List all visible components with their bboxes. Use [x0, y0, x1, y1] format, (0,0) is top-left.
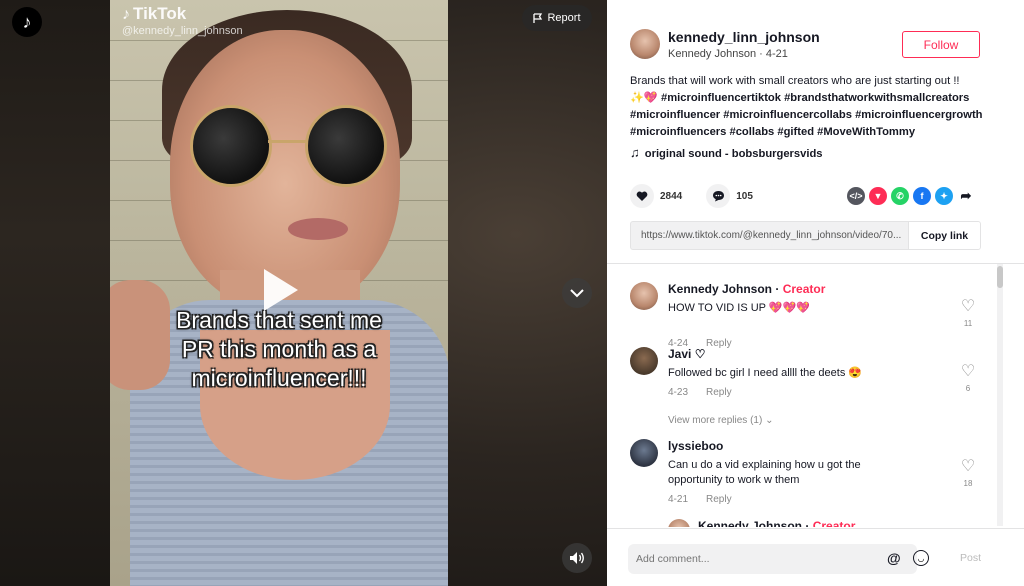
comment-count: 105: [736, 190, 753, 202]
post-stats: 2844 105: [630, 184, 777, 208]
comment-icon: [712, 191, 724, 202]
video-caption-line: PR this month as a: [181, 336, 377, 362]
comment-like-icon[interactable]: ♡: [960, 296, 976, 316]
hashtag-line[interactable]: #microinfluencer #microinfluencercollabs…: [630, 109, 983, 121]
commenter-name[interactable]: Javi ♡: [668, 347, 705, 361]
video-stage[interactable]: Brands that sent me PR this month as a m…: [0, 0, 607, 586]
comment-like-count: 6: [965, 384, 971, 393]
volume-icon: [570, 552, 584, 564]
video-link-url[interactable]: https://www.tiktok.com/@kennedy_linn_joh…: [631, 230, 908, 241]
sunglasses-bridge: [268, 140, 308, 143]
copy-link-button[interactable]: Copy link: [908, 222, 980, 249]
report-label: Report: [547, 12, 581, 24]
reply-button[interactable]: Reply: [706, 338, 732, 349]
tiktok-note-icon: ♪: [122, 6, 130, 23]
share-arrow-icon[interactable]: ➦: [957, 187, 975, 205]
follow-button[interactable]: Follow: [902, 31, 980, 58]
chevron-down-icon: [570, 288, 584, 297]
post-comment-button[interactable]: Post: [960, 552, 981, 564]
volume-button[interactable]: [562, 543, 592, 573]
reply-button[interactable]: Reply: [706, 387, 732, 398]
author-username[interactable]: kennedy_linn_johnson: [668, 29, 820, 45]
comment-date: 4-21: [668, 494, 689, 505]
comment-text: HOW TO VID IS UP 💖💖💖: [668, 302, 810, 314]
chevron-down-icon: ⌄: [765, 415, 774, 426]
tiktok-logo-icon[interactable]: ♪: [12, 7, 42, 37]
comment-like-icon[interactable]: ♡: [960, 361, 976, 381]
comment-like-count: 18: [963, 479, 973, 488]
post-description: Brands that will work with small creator…: [630, 73, 1000, 141]
video-caption: Brands that sent me PR this month as a m…: [110, 306, 448, 393]
comment-text: Followed bc girl I need allll the deets …: [668, 367, 863, 379]
report-button[interactable]: Report: [522, 5, 592, 31]
next-video-button[interactable]: [562, 278, 592, 308]
heart-icon: [636, 191, 648, 201]
commenter-avatar[interactable]: [630, 347, 658, 375]
twitter-icon[interactable]: ✦: [935, 187, 953, 205]
flag-icon: [533, 12, 543, 23]
post-header: kennedy_linn_johnson Kennedy Johnson · 4…: [607, 0, 1024, 264]
comment-date: 4-23: [668, 387, 689, 398]
commenter-name[interactable]: Kennedy Johnson · Creator: [668, 282, 825, 296]
sunglasses-lens-right: [305, 105, 387, 187]
comment-like-count: 11: [963, 319, 973, 328]
comment-text: Can u do a vid explaining how u got the …: [668, 459, 861, 486]
view-more-replies[interactable]: View more replies (1) ⌄: [668, 415, 773, 426]
comment-bar: @ ◡ Post: [607, 528, 1024, 586]
comments-scrollbar[interactable]: [997, 264, 1003, 526]
author-meta: Kennedy Johnson · 4-21: [668, 48, 788, 60]
sound-link[interactable]: ♫ original sound - bobsburgersvids: [630, 145, 823, 160]
like-count: 2844: [660, 190, 683, 202]
hashtag-line[interactable]: #microinfluencertiktok #brandsthatworkwi…: [661, 92, 969, 104]
creator-badge: Creator: [782, 282, 826, 296]
video-watermark: ♪ TikTok @kennedy_linn_johnson: [122, 4, 243, 37]
like-button[interactable]: [630, 184, 654, 208]
video-subject-lips: [288, 218, 348, 240]
watermark-username: @kennedy_linn_johnson: [122, 25, 243, 37]
author-avatar[interactable]: [630, 29, 660, 59]
whatsapp-icon[interactable]: ✆: [891, 187, 909, 205]
facebook-icon[interactable]: f: [913, 187, 931, 205]
commenter-avatar[interactable]: [630, 282, 658, 310]
share-row: </> ▼ ✆ f ✦ ➦: [847, 187, 975, 205]
music-note-icon: ♫: [630, 145, 640, 160]
description-emoji: ✨💖: [630, 92, 658, 104]
comment-list: Kennedy Johnson · Creator HOW TO VID IS …: [607, 265, 1024, 527]
emoji-icon[interactable]: ◡: [913, 550, 929, 566]
creator-badge: Creator: [812, 519, 856, 527]
scrollbar-thumb[interactable]: [997, 266, 1003, 288]
post-details-panel: kennedy_linn_johnson Kennedy Johnson · 4…: [607, 0, 1024, 586]
hashtag-line[interactable]: #microinfluencers #collabs #gifted #Move…: [630, 126, 915, 138]
watermark-brand: TikTok: [133, 4, 187, 23]
sound-label: original sound - bobsburgersvids: [644, 148, 823, 160]
video-caption-line: microinfluencer!!!: [191, 365, 367, 391]
mention-icon[interactable]: @: [887, 550, 901, 566]
tiktok-share-icon[interactable]: ▼: [869, 187, 887, 205]
comment-like-icon[interactable]: ♡: [960, 456, 976, 476]
video-backdrop: [0, 0, 110, 586]
commenter-name[interactable]: lyssieboo: [668, 439, 723, 453]
commenter-name[interactable]: Kennedy Johnson · Creator: [698, 519, 855, 527]
reply-button[interactable]: Reply: [706, 494, 732, 505]
commenter-avatar[interactable]: [668, 519, 690, 527]
sunglasses-lens-left: [190, 105, 272, 187]
video-link-box: https://www.tiktok.com/@kennedy_linn_joh…: [630, 221, 981, 250]
play-icon[interactable]: [264, 269, 298, 311]
comment-button[interactable]: [706, 184, 731, 208]
commenter-avatar[interactable]: [630, 439, 658, 467]
embed-icon[interactable]: </>: [847, 187, 865, 205]
description-text: Brands that will work with small creator…: [630, 75, 960, 87]
comment-input[interactable]: [628, 544, 917, 574]
